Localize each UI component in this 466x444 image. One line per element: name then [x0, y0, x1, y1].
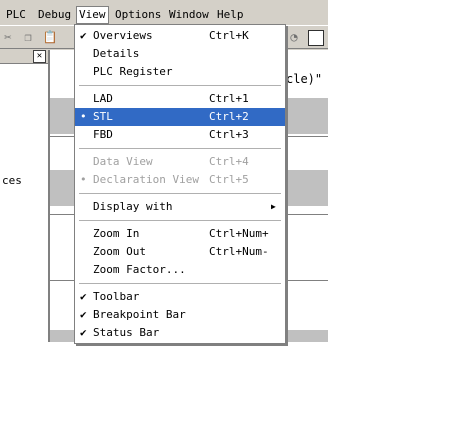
- menu-item-label: STL: [93, 110, 113, 123]
- menu-item-shortcut: Ctrl+K: [209, 29, 249, 42]
- menu-item-breakpoint-bar[interactable]: ✔ Breakpoint Bar: [75, 306, 285, 324]
- menu-bar: PLC Debug View Options Window Help: [0, 4, 328, 24]
- checkmark-icon: ✔: [80, 29, 87, 42]
- menu-item-shortcut: Ctrl+5: [209, 173, 249, 186]
- checkmark-icon: ✔: [80, 326, 87, 339]
- menu-item-label: Details: [93, 47, 140, 60]
- menu-item-label: Display with: [93, 200, 173, 213]
- menu-item-shortcut: Ctrl+3: [209, 128, 249, 141]
- menu-item-zoom-factor[interactable]: Zoom Factor...: [75, 261, 285, 279]
- checkmark-icon: ✔: [80, 290, 87, 303]
- menu-item-shortcut: Ctrl+1: [209, 92, 249, 105]
- menu-item-label: LAD: [93, 92, 113, 105]
- menu-options[interactable]: Options: [113, 7, 163, 23]
- menu-item-stl[interactable]: • STL Ctrl+2: [75, 108, 285, 126]
- close-icon[interactable]: ✕: [33, 50, 46, 63]
- menu-item-label: Zoom Out: [93, 245, 146, 258]
- bullet-icon: •: [80, 173, 87, 186]
- menu-item-label: PLC Register: [93, 65, 173, 78]
- menu-separator: [79, 193, 281, 194]
- menu-item-label: Status Bar: [93, 326, 160, 339]
- menu-separator: [79, 220, 281, 221]
- copy-icon[interactable]: ❐: [20, 29, 36, 45]
- menu-item-label: Overviews: [93, 29, 153, 42]
- menu-view[interactable]: View: [76, 6, 109, 24]
- menu-item-shortcut: Ctrl+2: [209, 110, 249, 123]
- menu-separator: [79, 148, 281, 149]
- menu-item-overviews[interactable]: ✔ Overviews Ctrl+K: [75, 27, 285, 45]
- menu-item-lad[interactable]: LAD Ctrl+1: [75, 90, 285, 108]
- left-pane: ✕ ces: [0, 50, 50, 342]
- menu-item-label: FBD: [93, 128, 113, 141]
- view-menu-dropdown: ✔ Overviews Ctrl+K Details PLC Register …: [74, 24, 286, 344]
- menu-plc[interactable]: PLC: [4, 7, 28, 23]
- breakpoint-icon[interactable]: ◔: [286, 29, 302, 45]
- cut-icon[interactable]: ✂: [0, 29, 16, 45]
- menu-item-shortcut: Ctrl+Num-: [209, 245, 269, 258]
- menu-item-label: Toolbar: [93, 290, 140, 303]
- menu-window[interactable]: Window: [167, 7, 211, 23]
- bullet-icon: •: [80, 110, 87, 123]
- menu-item-fbd[interactable]: FBD Ctrl+3: [75, 126, 285, 144]
- menu-item-label: Declaration View: [93, 173, 199, 186]
- paste-icon[interactable]: 📋: [42, 29, 58, 45]
- menu-separator: [79, 283, 281, 284]
- menu-separator: [79, 85, 281, 86]
- menu-item-zoom-in[interactable]: Zoom In Ctrl+Num+: [75, 225, 285, 243]
- menu-item-plc-register[interactable]: PLC Register: [75, 63, 285, 81]
- menu-item-details[interactable]: Details: [75, 45, 285, 63]
- menu-item-shortcut: Ctrl+4: [209, 155, 249, 168]
- menu-item-toolbar[interactable]: ✔ Toolbar: [75, 288, 285, 306]
- left-pane-text: ces: [2, 174, 22, 187]
- menu-item-label: Zoom In: [93, 227, 140, 240]
- left-pane-header: ✕: [0, 50, 48, 64]
- menu-item-status-bar[interactable]: ✔ Status Bar: [75, 324, 285, 342]
- menu-item-label: Breakpoint Bar: [93, 308, 186, 321]
- menu-debug[interactable]: Debug: [36, 7, 73, 23]
- menu-item-shortcut: Ctrl+Num+: [209, 227, 269, 240]
- submenu-arrow-icon: ▶: [271, 202, 276, 211]
- menu-item-display-with[interactable]: Display with ▶: [75, 198, 285, 216]
- window-toggle-icon[interactable]: [308, 30, 324, 46]
- menu-item-zoom-out[interactable]: Zoom Out Ctrl+Num-: [75, 243, 285, 261]
- menu-item-label: Zoom Factor...: [93, 263, 186, 276]
- menu-help[interactable]: Help: [215, 7, 246, 23]
- menu-item-data-view: Data View Ctrl+4: [75, 153, 285, 171]
- menu-item-label: Data View: [93, 155, 153, 168]
- editor-comment: cle)": [286, 72, 323, 86]
- menu-item-declaration-view: • Declaration View Ctrl+5: [75, 171, 285, 189]
- checkmark-icon: ✔: [80, 308, 87, 321]
